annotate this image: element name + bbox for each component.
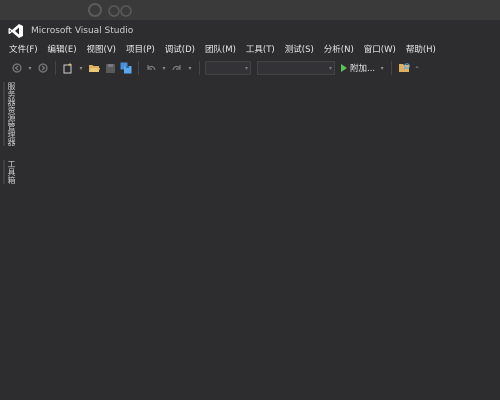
save-icon[interactable] [103, 61, 117, 75]
menu-bar: 文件(F) 编辑(E) 视图(V) 项目(P) 调试(D) 团队(M) 工具(T… [0, 42, 500, 58]
menu-analyze[interactable]: 分析(N) [319, 43, 359, 57]
menu-team[interactable]: 团队(M) [200, 43, 241, 57]
toolbar-separator [138, 61, 139, 75]
play-icon [341, 64, 347, 72]
menu-project[interactable]: 项目(P) [121, 43, 160, 57]
app-title: Microsoft Visual Studio [31, 26, 134, 36]
left-dock-sidebar: 服务器资源管理器 工具箱 [0, 78, 16, 400]
attach-dropdown-chevron-icon[interactable]: ▾ [378, 61, 386, 75]
chevron-down-icon: ▾ [244, 64, 248, 72]
solution-platform-select[interactable]: ▾ [257, 61, 335, 75]
toolbar-separator [55, 61, 56, 75]
forward-navigate-icon[interactable] [36, 61, 50, 75]
toolbar-separator [391, 61, 393, 75]
redo-dropdown-chevron-icon[interactable]: ▾ [186, 61, 194, 75]
attach-label: 附加... [350, 64, 376, 74]
standard-toolbar: ▾ ▾ ▾ ▾ ▾ ▾ 附加... ▾ ⩡ [0, 58, 500, 78]
solution-configuration-select[interactable]: ▾ [205, 61, 251, 75]
undo-dropdown-chevron-icon[interactable]: ▾ [160, 61, 168, 75]
menu-file[interactable]: 文件(F) [4, 43, 43, 57]
menu-debug[interactable]: 调试(D) [160, 43, 200, 57]
menu-view[interactable]: 视图(V) [82, 43, 121, 57]
side-tab-server-explorer[interactable]: 服务器资源管理器 [3, 82, 16, 146]
menu-test[interactable]: 测试(S) [280, 43, 319, 57]
chevron-down-icon: ▾ [328, 64, 332, 72]
undo-icon[interactable] [144, 61, 158, 75]
save-all-icon[interactable] [119, 61, 133, 75]
toolbar-overflow-icon[interactable]: ⩡ [413, 61, 421, 75]
toolbar-separator [199, 61, 200, 75]
side-tab-toolbox[interactable]: 工具箱 [3, 160, 16, 184]
menu-help[interactable]: 帮助(H) [401, 43, 441, 57]
new-project-icon[interactable] [61, 61, 75, 75]
new-dropdown-chevron-icon[interactable]: ▾ [77, 61, 85, 75]
open-file-icon[interactable] [87, 61, 101, 75]
back-dropdown-chevron-icon[interactable]: ▾ [26, 61, 34, 75]
menu-edit[interactable]: 编辑(E) [43, 43, 82, 57]
back-navigate-icon[interactable] [10, 61, 24, 75]
top-strip [0, 0, 500, 20]
redo-icon[interactable] [170, 61, 184, 75]
title-bar: Microsoft Visual Studio [0, 20, 500, 42]
attach-button[interactable]: 附加... ▾ [341, 61, 386, 75]
menu-window[interactable]: 窗口(W) [359, 43, 401, 57]
visual-studio-logo-icon [5, 20, 27, 42]
search-icon [88, 3, 132, 17]
menu-tools[interactable]: 工具(T) [241, 43, 280, 57]
editor-area [16, 78, 500, 400]
find-in-files-icon[interactable] [397, 61, 411, 75]
